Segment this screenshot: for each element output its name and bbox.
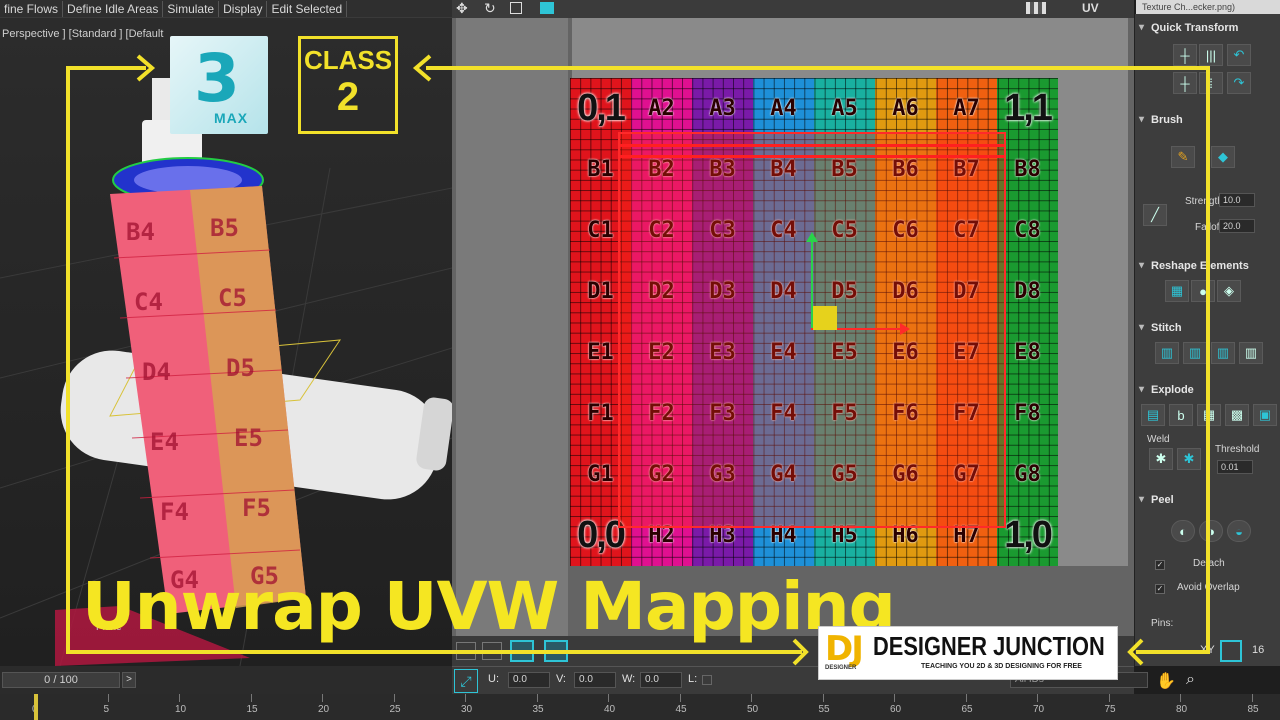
- designer-junction-logo: DJ DESIGNER DESIGNER JUNCTION TEACHING Y…: [818, 626, 1118, 680]
- arrow-left-icon: [412, 54, 432, 82]
- brand-tagline: TEACHING YOU 2D & 3D DESIGNING FOR FREE: [921, 663, 1082, 670]
- brand-initials: DJ: [825, 629, 864, 669]
- brand-initials-sub: DESIGNER: [825, 665, 857, 671]
- app-window: fine Flows Define Idle Areas Simulate Di…: [0, 0, 1280, 720]
- arrow-right-icon: [136, 54, 156, 82]
- brand-name: DESIGNER JUNCTION: [873, 631, 1105, 661]
- video-title: Unwrap UVW Mapping: [82, 568, 896, 645]
- arrow-left-icon: [1127, 638, 1144, 666]
